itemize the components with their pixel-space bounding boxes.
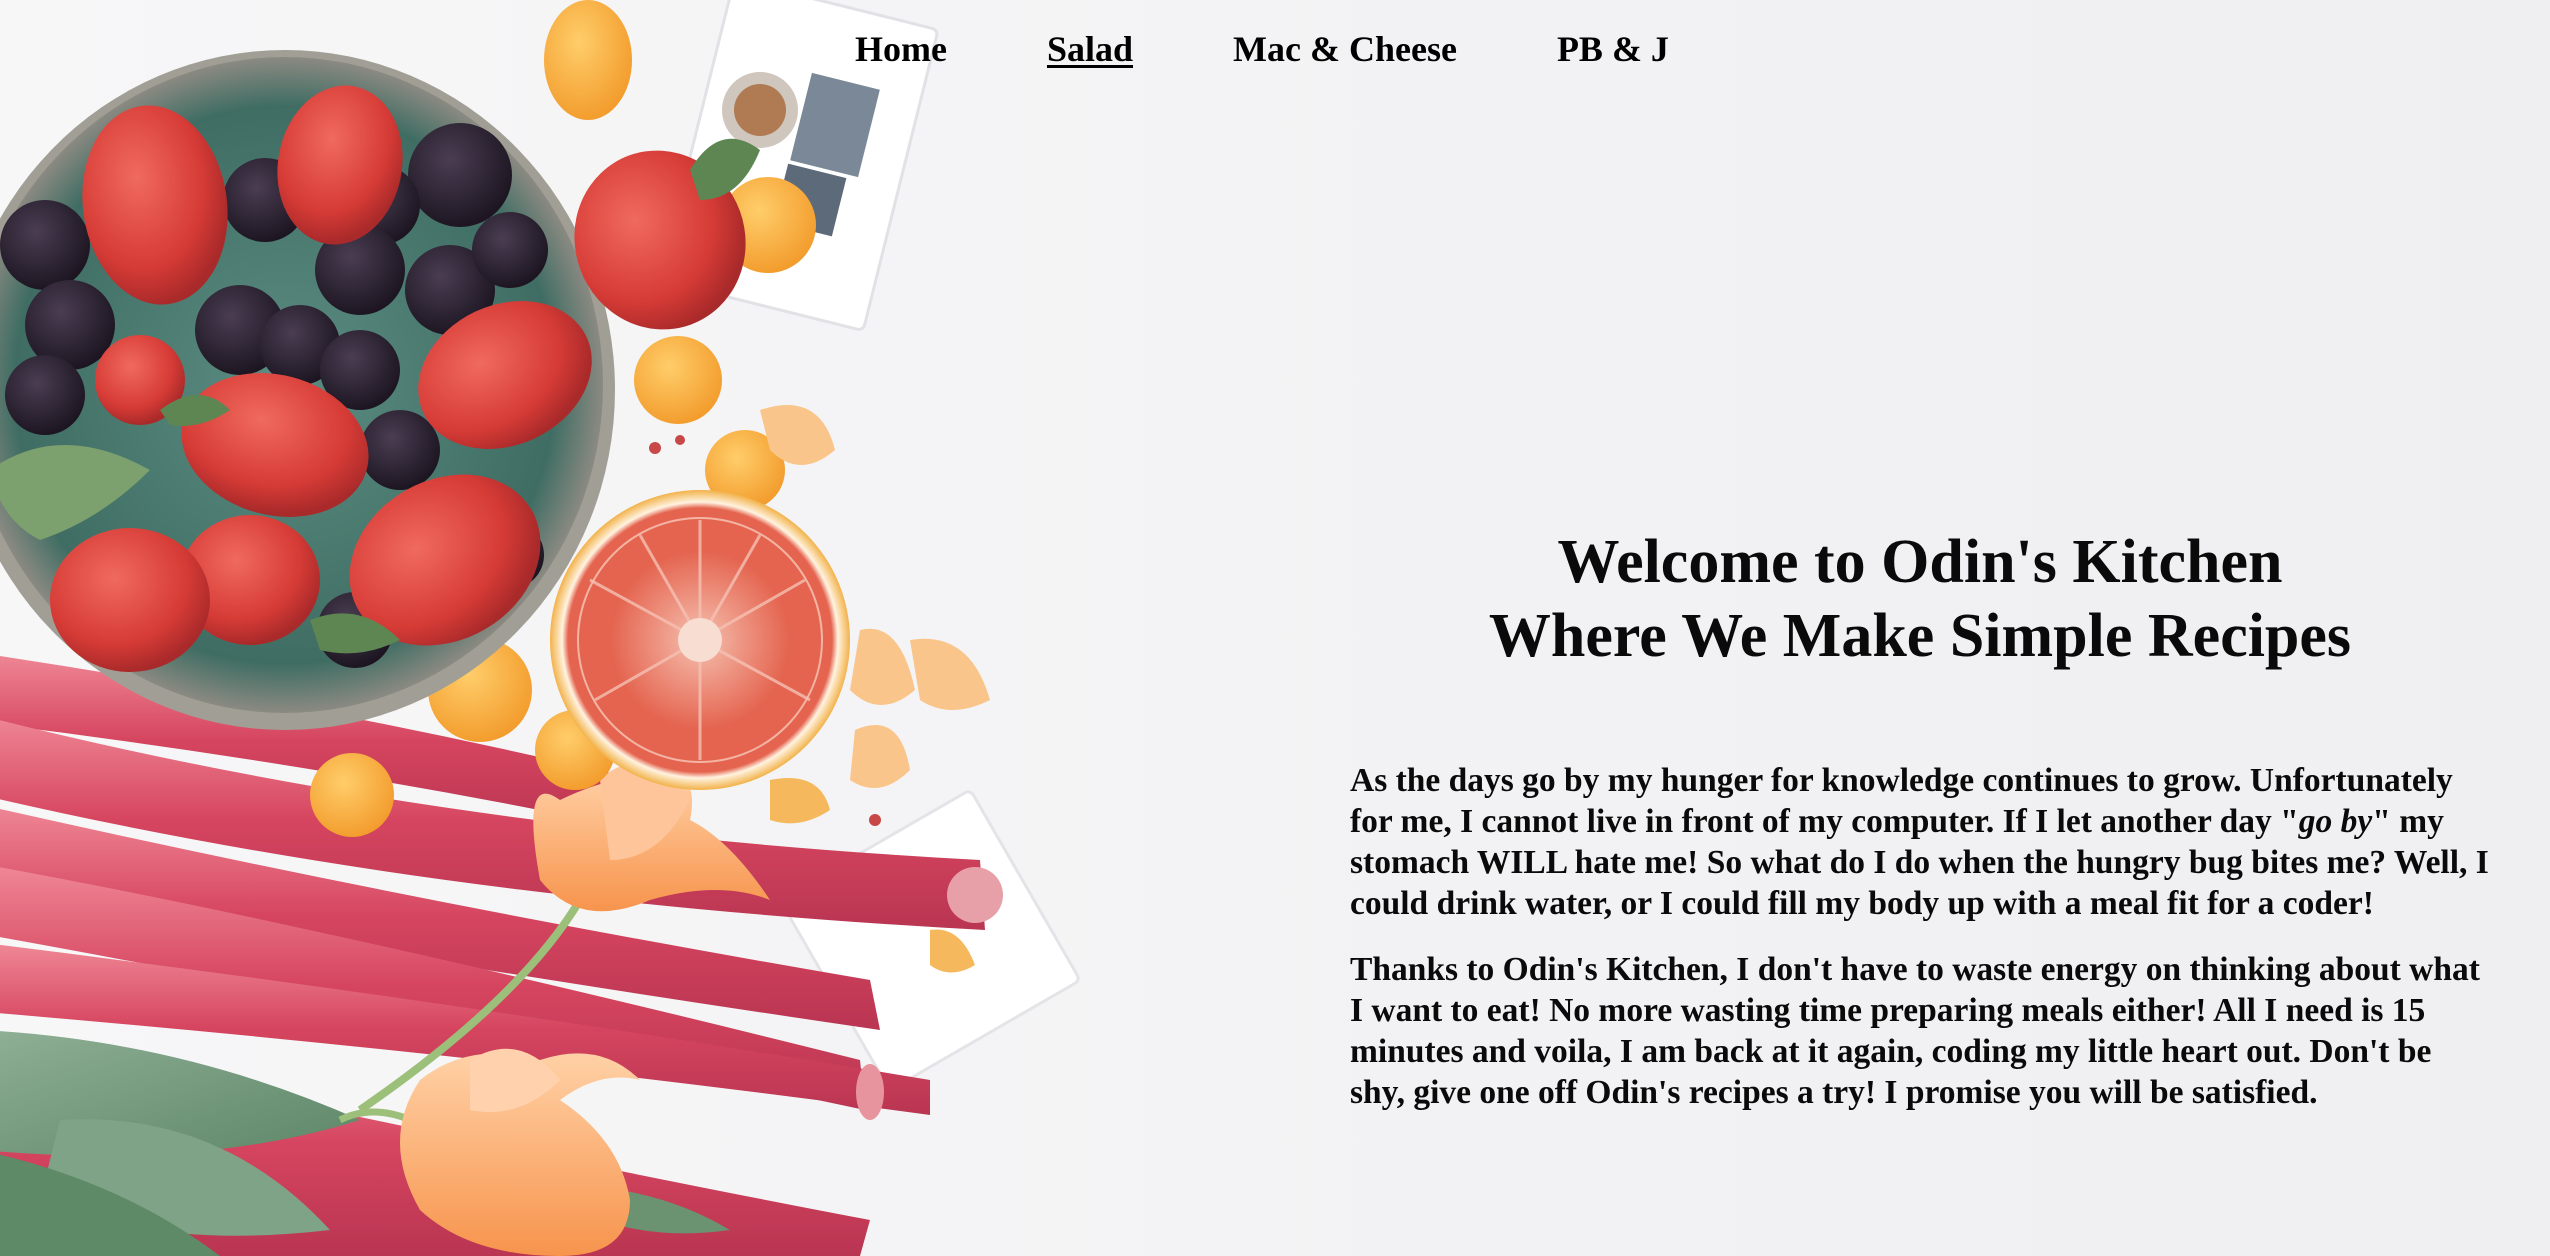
nav-mac-and-cheese-link[interactable]: Mac & Cheese bbox=[1233, 22, 1457, 76]
fruit-photo bbox=[0, 0, 1080, 1256]
nav-home-link[interactable]: Home bbox=[855, 22, 947, 76]
main-nav: Home Salad Mac & Cheese PB & J bbox=[855, 22, 1769, 76]
intro-content: As the days go by my hunger for knowledg… bbox=[1350, 760, 2490, 1138]
nav-pb-and-j-link[interactable]: PB & J bbox=[1557, 22, 1669, 76]
grapefruit-half bbox=[550, 490, 850, 790]
intro-paragraph-2: Thanks to Odin's Kitchen, I don't have t… bbox=[1350, 951, 2480, 1111]
page-title-line-2: Where We Make Simple Recipes bbox=[1488, 602, 2352, 670]
intro-paragraph-1: As the days go by my hunger for knowledg… bbox=[1350, 760, 2490, 924]
page-title: Welcome to Odin's Kitchen Where We Make … bbox=[1330, 525, 2510, 673]
nav-salad-link[interactable]: Salad bbox=[1047, 22, 1133, 76]
page-title-line-1: Welcome to Odin's Kitchen bbox=[1557, 528, 2283, 596]
page: Home Salad Mac & Cheese PB & J Welcome t… bbox=[0, 0, 2550, 1256]
intro-paragraph-1-emphasis: go by bbox=[2298, 803, 2373, 840]
intro-paragraph-1-start: As the days go by my hunger for knowledg… bbox=[1350, 762, 2453, 840]
